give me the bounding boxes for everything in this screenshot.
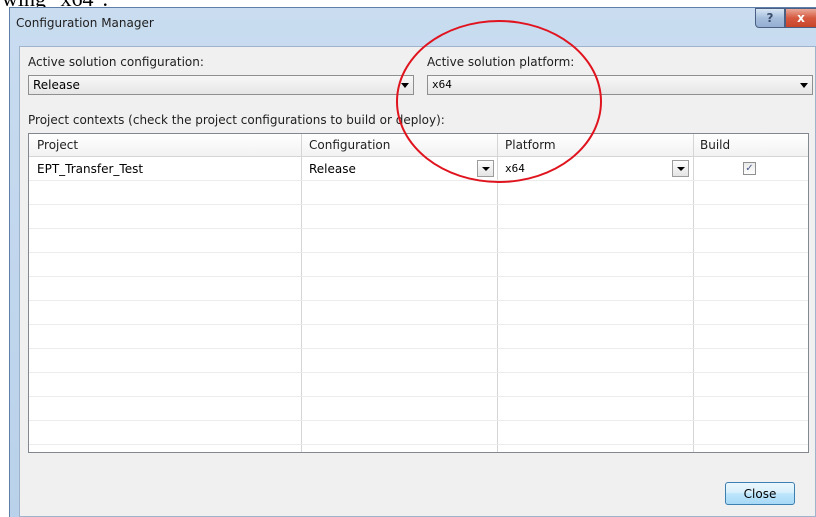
chevron-down-icon xyxy=(401,83,409,88)
row-separator xyxy=(29,228,808,229)
active-config-dropdown[interactable]: Release xyxy=(28,75,414,95)
row-separator xyxy=(29,348,808,349)
row-separator xyxy=(29,324,808,325)
build-checkbox[interactable]: ✓ xyxy=(743,162,756,175)
project-contexts-grid: Project Configuration Platform Build EPT… xyxy=(28,133,809,453)
configuration-cell[interactable]: Release xyxy=(309,162,356,176)
column-divider xyxy=(497,134,498,452)
column-divider xyxy=(301,134,302,452)
configuration-dropdown-button[interactable] xyxy=(477,160,494,177)
active-config-value: Release xyxy=(33,78,80,92)
active-platform-value: x64 xyxy=(432,78,452,91)
row-separator xyxy=(29,252,808,253)
row-separator xyxy=(29,444,808,445)
row-separator xyxy=(29,180,808,181)
row-separator xyxy=(29,396,808,397)
window-title: Configuration Manager xyxy=(16,16,154,30)
header-project[interactable]: Project xyxy=(37,138,78,152)
header-configuration[interactable]: Configuration xyxy=(309,138,390,152)
column-divider xyxy=(693,134,694,452)
close-icon: x xyxy=(797,11,805,25)
row-separator xyxy=(29,300,808,301)
header-platform[interactable]: Platform xyxy=(505,138,556,152)
platform-cell[interactable]: x64 xyxy=(505,162,525,175)
help-icon: ? xyxy=(766,11,774,25)
active-platform-label: Active solution platform: xyxy=(427,55,575,69)
row-separator xyxy=(29,276,808,277)
configuration-manager-dialog: Configuration Manager ? x Active solutio… xyxy=(9,7,816,517)
close-button[interactable]: Close xyxy=(725,482,795,505)
active-config-label: Active solution configuration: xyxy=(28,55,204,69)
header-build[interactable]: Build xyxy=(700,138,730,152)
row-separator xyxy=(29,372,808,373)
grid-header: Project Configuration Platform Build xyxy=(29,134,808,157)
window-close-button[interactable]: x xyxy=(785,8,816,28)
platform-dropdown-button[interactable] xyxy=(672,160,689,177)
dialog-client-area: Active solution configuration: Release A… xyxy=(19,46,816,517)
active-platform-dropdown[interactable]: x64 xyxy=(427,75,813,95)
chevron-down-icon xyxy=(800,83,808,88)
project-contexts-label: Project contexts (check the project conf… xyxy=(28,113,445,127)
row-separator xyxy=(29,204,808,205)
row-separator xyxy=(29,420,808,421)
help-button[interactable]: ? xyxy=(755,8,785,28)
project-name-cell: EPT_Transfer_Test xyxy=(37,162,144,176)
